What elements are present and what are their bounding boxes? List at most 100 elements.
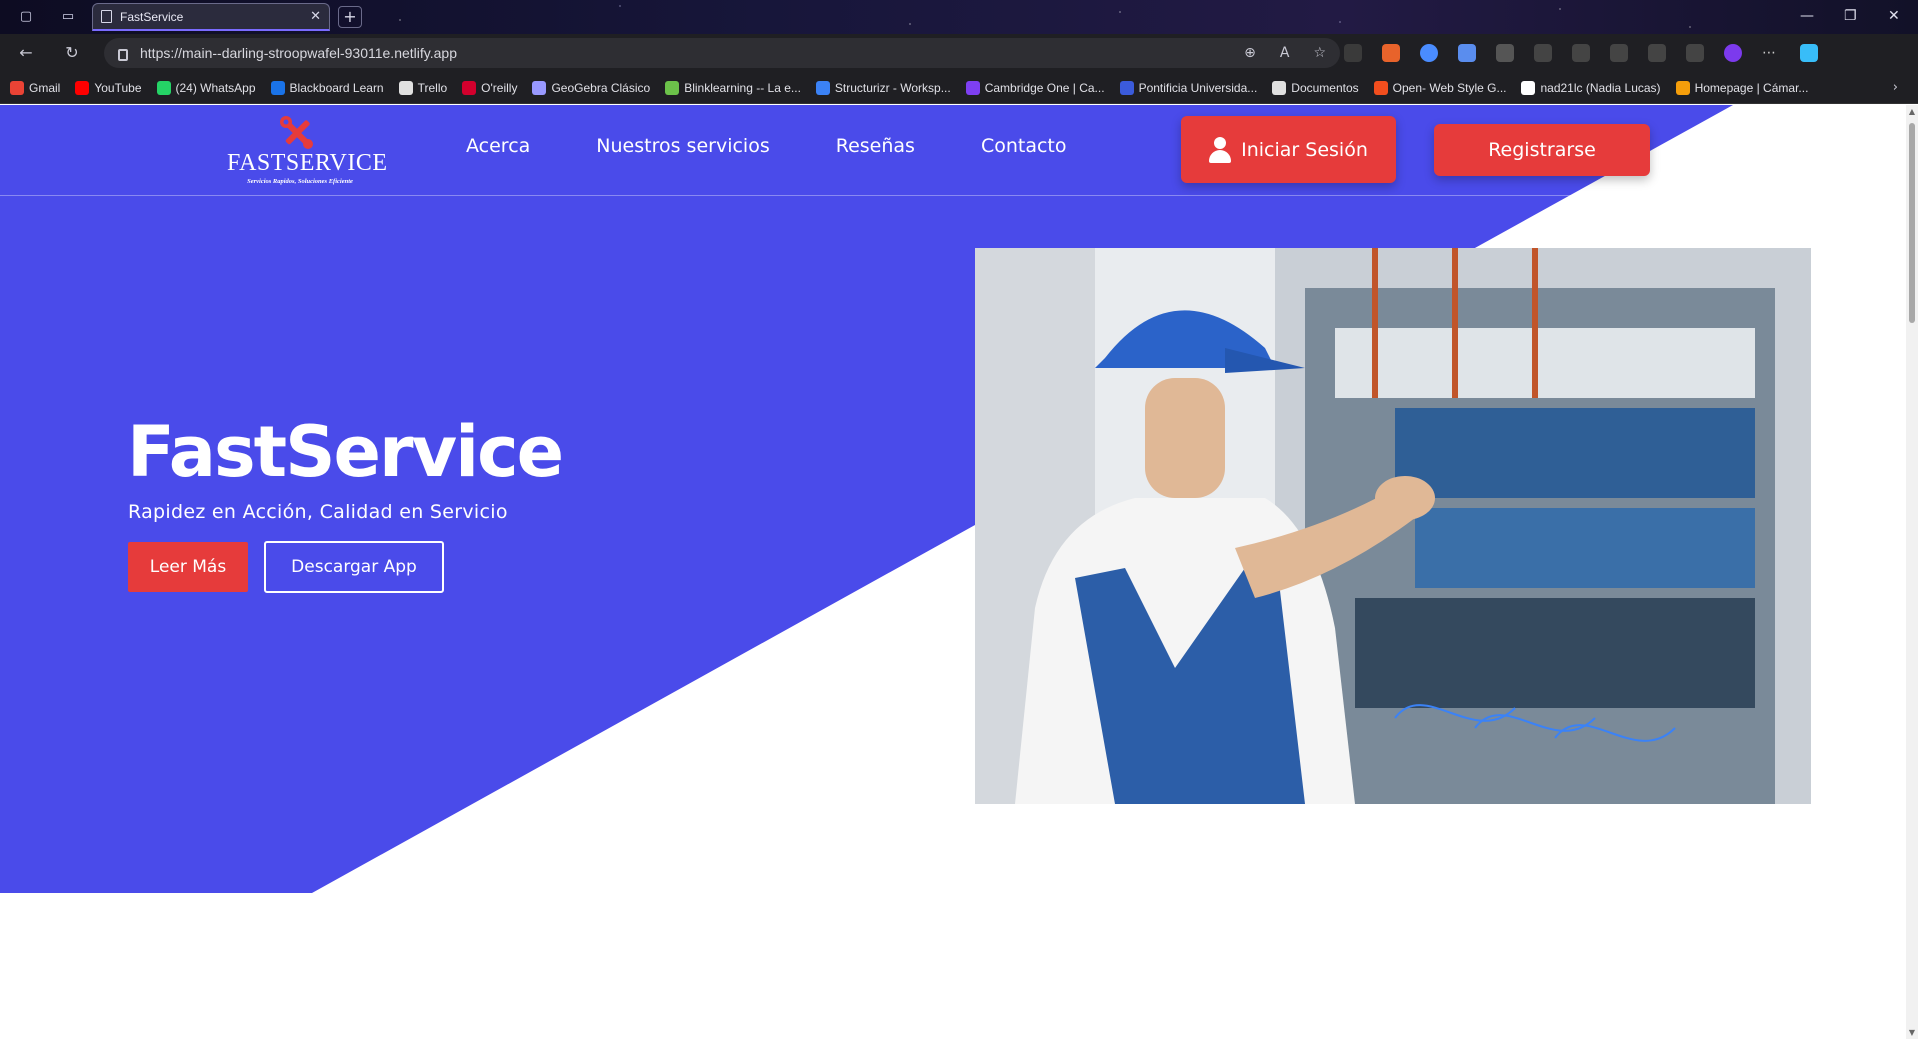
user-icon	[1209, 136, 1232, 163]
scrollbar-thumb[interactable]	[1909, 123, 1915, 323]
bookmark-item[interactable]: Documentos	[1272, 80, 1359, 95]
blackboard-icon	[270, 80, 285, 95]
nav-link-servicios[interactable]: Nuestros servicios	[596, 135, 769, 157]
address-bar[interactable]: https://main--darling-stroopwafel-93011e…	[104, 38, 1340, 68]
translate-icon[interactable]	[1458, 44, 1476, 62]
extensions-puzzle-icon[interactable]	[1534, 44, 1552, 62]
read-aloud-icon[interactable]: A	[1280, 45, 1290, 61]
workspaces-icon[interactable]: ▢	[18, 9, 34, 25]
bookmark-label: Open- Web Style G...	[1392, 80, 1507, 95]
minimize-icon[interactable]: —	[1800, 7, 1814, 25]
profile-avatar[interactable]	[1724, 44, 1742, 62]
bookmark-label: Blinklearning -- La e...	[684, 80, 801, 95]
address-actions: ⊕ A ☆	[1244, 45, 1326, 61]
geogebra-icon	[532, 80, 547, 95]
bookmark-item[interactable]: Homepage | Cámar...	[1675, 80, 1809, 95]
cambridge-icon	[965, 80, 980, 95]
site-header: FASTSERVICE Servicios Rapidos, Solucione…	[0, 105, 1906, 196]
tab-title: FastService	[120, 9, 184, 24]
main-nav: Acerca Nuestros servicios Reseñas Contac…	[466, 135, 1066, 157]
browser-tab-active[interactable]: FastService ✕	[92, 3, 330, 31]
bookmark-item[interactable]: nad21lc (Nadia Lucas)	[1521, 80, 1661, 95]
page-viewport: FASTSERVICE Servicios Rapidos, Solucione…	[0, 105, 1906, 1039]
browser-titlebar: ▢ ▭ FastService ✕ + — ❐ ✕	[0, 0, 1918, 34]
bookmark-label: O'reilly	[481, 80, 518, 95]
bookmark-label: Structurizr - Worksp...	[834, 80, 951, 95]
bookmark-label: Cambridge One | Ca...	[984, 80, 1105, 95]
bookmark-item[interactable]: (24) WhatsApp	[156, 80, 256, 95]
logo-wordmark: FASTSERVICE	[227, 150, 388, 176]
hero-subtitle: Rapidez en Acción, Calidad en Servicio	[128, 501, 508, 523]
github-icon	[1521, 80, 1536, 95]
read-more-button[interactable]: Leer Más	[128, 542, 248, 592]
bookmark-label: YouTube	[94, 80, 142, 95]
close-tab-icon[interactable]: ✕	[310, 9, 321, 24]
hero-title: FastService	[127, 411, 564, 493]
nav-link-acerca[interactable]: Acerca	[466, 135, 530, 157]
split-screen-icon[interactable]	[1572, 44, 1590, 62]
favorites-icon[interactable]	[1610, 44, 1628, 62]
bookmark-label: (24) WhatsApp	[175, 80, 256, 95]
bookmark-label: Trello	[417, 80, 448, 95]
bookmark-item[interactable]: Gmail	[10, 80, 61, 95]
bookmark-item[interactable]: Blinklearning -- La e...	[665, 80, 801, 95]
bookmark-item[interactable]: GeoGebra Clásico	[532, 80, 651, 95]
bookmark-item[interactable]: Structurizr - Worksp...	[815, 80, 951, 95]
browser-essentials-icon[interactable]	[1686, 44, 1704, 62]
extension-icon[interactable]	[1344, 44, 1362, 62]
extensions-bar: ⋯	[1344, 44, 1818, 62]
extension-icon[interactable]	[1496, 44, 1514, 62]
register-button[interactable]: Registrarse	[1434, 124, 1650, 176]
scroll-down-icon[interactable]: ▼	[1908, 1028, 1916, 1037]
bookmark-item[interactable]: O'reilly	[462, 80, 518, 95]
zoom-icon[interactable]: ⊕	[1244, 45, 1256, 61]
oreilly-icon	[462, 80, 477, 95]
lock-icon	[118, 49, 128, 61]
restore-icon[interactable]: ❐	[1844, 7, 1857, 25]
copilot-icon[interactable]	[1800, 44, 1818, 62]
bookmark-label: Documentos	[1291, 80, 1359, 95]
login-button[interactable]: Iniciar Sesión	[1181, 116, 1396, 183]
bookmark-item[interactable]: Trello	[398, 80, 448, 95]
extension-icon[interactable]	[1382, 44, 1400, 62]
bookmark-item[interactable]: Open- Web Style G...	[1373, 80, 1507, 95]
bookmark-label: Gmail	[29, 80, 61, 95]
tab-actions-icon[interactable]: ▭	[60, 9, 76, 25]
university-icon	[1119, 80, 1134, 95]
download-app-button[interactable]: Descargar App	[264, 541, 444, 593]
structurizr-icon	[815, 80, 830, 95]
electrician-photo	[975, 248, 1811, 804]
new-tab-button[interactable]: +	[338, 6, 362, 28]
documents-icon	[1272, 80, 1287, 95]
reload-icon[interactable]: ↻	[62, 43, 82, 63]
bookmark-item[interactable]: YouTube	[75, 80, 142, 95]
bookmark-label: GeoGebra Clásico	[551, 80, 651, 95]
page-icon	[101, 10, 112, 23]
url-text[interactable]: https://main--darling-stroopwafel-93011e…	[140, 45, 1232, 61]
blinklearning-icon	[665, 80, 680, 95]
bookmark-item[interactable]: Blackboard Learn	[270, 80, 384, 95]
nav-link-resenas[interactable]: Reseñas	[836, 135, 915, 157]
bookmark-item[interactable]: Pontificia Universida...	[1119, 80, 1257, 95]
bookmarks-bar: Gmail YouTube (24) WhatsApp Blackboard Lear…	[0, 72, 1918, 104]
site-logo[interactable]: FASTSERVICE Servicios Rapidos, Solucione…	[224, 115, 388, 185]
more-bookmarks-icon[interactable]: ›	[1893, 80, 1898, 95]
bookmark-label: nad21lc (Nadia Lucas)	[1540, 80, 1661, 95]
figma-icon	[1373, 80, 1388, 95]
whatsapp-icon	[156, 80, 171, 95]
page-scrollbar[interactable]: ▲ ▼	[1906, 105, 1918, 1039]
homepage-icon	[1675, 80, 1690, 95]
more-menu-icon[interactable]: ⋯	[1762, 44, 1780, 62]
favorite-star-icon[interactable]: ☆	[1313, 45, 1326, 61]
back-icon[interactable]: ←	[16, 43, 36, 63]
collections-icon[interactable]	[1648, 44, 1666, 62]
close-window-icon[interactable]: ✕	[1888, 7, 1900, 25]
extension-icon[interactable]	[1420, 44, 1438, 62]
hero-image	[975, 248, 1811, 804]
trello-icon	[398, 80, 413, 95]
bookmark-item[interactable]: Cambridge One | Ca...	[965, 80, 1105, 95]
bookmark-label: Homepage | Cámar...	[1694, 80, 1809, 95]
nav-link-contacto[interactable]: Contacto	[981, 135, 1067, 157]
scroll-up-icon[interactable]: ▲	[1908, 107, 1916, 116]
youtube-icon	[75, 80, 90, 95]
